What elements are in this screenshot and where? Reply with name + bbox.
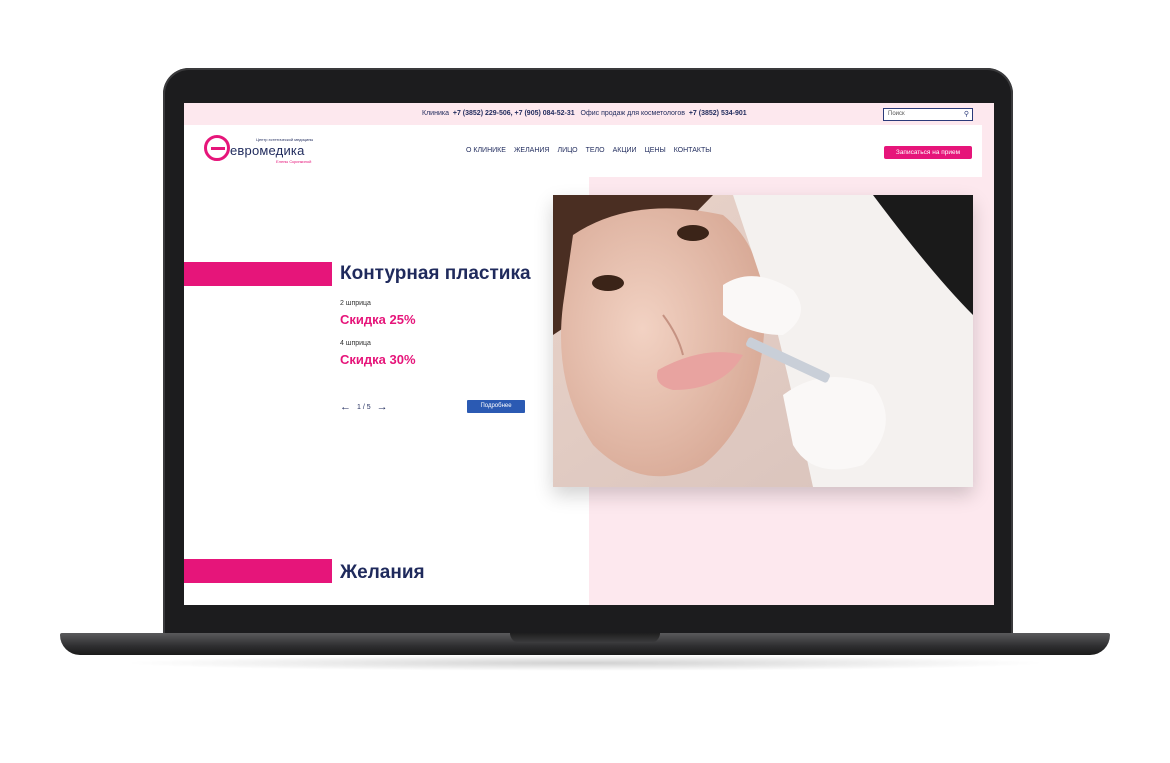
logo-tagline-top: Центр эстетической медицины bbox=[256, 137, 314, 142]
office-phone[interactable]: +7 (3852) 534-901 bbox=[689, 110, 747, 117]
clinic-label: Клиника bbox=[422, 110, 449, 117]
nav-item-promotions[interactable]: АКЦИИ bbox=[613, 147, 637, 154]
laptop-notch bbox=[510, 633, 660, 643]
hero-photo bbox=[553, 195, 973, 487]
search-icon[interactable]: ⚲ bbox=[964, 110, 969, 118]
nav-item-prices[interactable]: ЦЕНЫ bbox=[645, 147, 666, 154]
offer-discount-2: Скидка 30% bbox=[340, 352, 416, 367]
search-placeholder: Поиск bbox=[888, 111, 905, 117]
more-button[interactable]: Подробнее bbox=[467, 400, 525, 413]
nav-item-wishes[interactable]: ЖЕЛАНИЯ bbox=[514, 147, 550, 154]
top-contact-bar: Клиника +7 (3852) 229-506, +7 (905) 084-… bbox=[184, 103, 994, 125]
office-label: Офис продаж для косметологов bbox=[580, 110, 685, 117]
nav-item-contacts[interactable]: КОНТАКТЫ bbox=[674, 147, 712, 154]
slide-counter: 1 / 5 bbox=[357, 403, 371, 411]
offer-label-2: 4 шприца bbox=[340, 340, 371, 347]
section-accent-bar bbox=[184, 559, 332, 583]
laptop-shadow bbox=[120, 655, 1050, 671]
slider-pager: ← 1 / 5 → bbox=[340, 401, 388, 413]
clinic-phones[interactable]: +7 (3852) 229-506, +7 (905) 084-52-31 bbox=[453, 110, 575, 117]
offer-label-1: 2 шприца bbox=[340, 300, 371, 307]
book-appointment-button[interactable]: Записаться на прием bbox=[884, 146, 972, 159]
site-header: Центр эстетической медицины евромедика Е… bbox=[196, 125, 982, 177]
logo-tagline-bottom: Елены Скрипкиной bbox=[276, 159, 312, 164]
nav-item-clinic[interactable]: О КЛИНИКЕ bbox=[466, 147, 506, 154]
search-input[interactable]: Поиск ⚲ bbox=[883, 108, 973, 121]
logo-e-icon bbox=[204, 135, 230, 161]
slide-title: Контурная пластика bbox=[340, 263, 531, 284]
nav-item-face[interactable]: ЛИЦО bbox=[557, 147, 577, 154]
arrow-left-icon[interactable]: ← bbox=[340, 401, 351, 413]
logo[interactable]: Центр эстетической медицины евромедика Е… bbox=[204, 133, 324, 169]
arrow-right-icon[interactable]: → bbox=[377, 401, 388, 413]
website-screen: Клиника +7 (3852) 229-506, +7 (905) 084-… bbox=[184, 103, 994, 605]
nav-item-body[interactable]: ТЕЛО bbox=[586, 147, 605, 154]
contact-info: Клиника +7 (3852) 229-506, +7 (905) 084-… bbox=[422, 110, 747, 117]
section-title: Желания bbox=[340, 562, 425, 583]
offer-discount-1: Скидка 25% bbox=[340, 312, 416, 327]
slide-accent-bar bbox=[184, 262, 332, 286]
face-injection-illustration bbox=[553, 195, 973, 487]
logo-brand: евромедика bbox=[230, 143, 305, 158]
main-nav: О КЛИНИКЕ ЖЕЛАНИЯ ЛИЦО ТЕЛО АКЦИИ ЦЕНЫ К… bbox=[466, 147, 711, 154]
